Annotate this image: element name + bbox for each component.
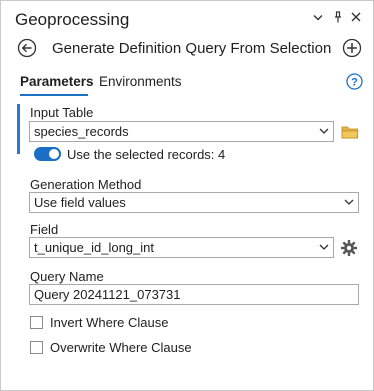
use-selected-records-toggle[interactable] <box>34 147 61 161</box>
geoprocessing-pane: Geoprocessing Generate Definition Query … <box>0 0 374 391</box>
query-name-input[interactable]: Query 20241121_073731 <box>29 284 359 305</box>
generation-method-label: Generation Method <box>30 177 142 192</box>
tool-header: Generate Definition Query From Selection <box>1 36 373 62</box>
browse-button[interactable] <box>341 124 359 140</box>
active-tab-indicator <box>20 94 88 96</box>
gear-icon <box>341 240 357 256</box>
folder-icon <box>341 126 359 139</box>
tool-name: Generate Definition Query From Selection <box>52 40 332 57</box>
overwrite-where-clause-label: Overwrite Where Clause <box>50 340 192 355</box>
field-label: Field <box>30 222 59 237</box>
use-selected-records-label: Use the selected records: 4 <box>67 147 226 162</box>
invert-where-clause-label: Invert Where Clause <box>50 315 169 330</box>
field-value: t_unique_id_long_int <box>34 240 154 255</box>
tab-parameters[interactable]: Parameters <box>20 74 94 89</box>
help-icon: ? <box>346 73 363 90</box>
generation-method-dropdown[interactable]: Use field values <box>29 192 359 213</box>
add-button[interactable] <box>342 38 362 58</box>
svg-text:?: ? <box>351 77 358 89</box>
query-name-label: Query Name <box>30 269 104 284</box>
toggle-knob <box>49 149 59 159</box>
generation-method-value: Use field values <box>34 195 126 210</box>
pin-icon[interactable] <box>332 10 344 24</box>
pane-title: Geoprocessing <box>15 10 130 29</box>
help-button[interactable]: ? <box>346 73 363 90</box>
tab-environments[interactable]: Environments <box>99 74 182 89</box>
chevron-down-icon[interactable] <box>312 10 324 24</box>
chevron-down-icon <box>319 128 329 134</box>
back-button[interactable] <box>17 38 37 58</box>
input-table-value: species_records <box>34 124 129 139</box>
close-icon[interactable] <box>350 10 362 24</box>
field-dropdown[interactable]: t_unique_id_long_int <box>29 237 334 258</box>
add-icon <box>342 38 362 58</box>
pane-title-bar: Geoprocessing <box>1 1 373 33</box>
back-arrow-icon <box>17 38 37 58</box>
invert-where-clause-checkbox[interactable] <box>30 316 43 329</box>
chevron-down-icon <box>319 244 329 250</box>
field-settings-button[interactable] <box>340 239 358 257</box>
input-table-label: Input Table <box>30 105 94 120</box>
chevron-down-icon <box>344 199 354 205</box>
query-name-value: Query 20241121_073731 <box>34 287 181 302</box>
input-table-dropdown[interactable]: species_records <box>29 121 334 142</box>
tab-strip: Parameters Environments ? <box>1 72 373 96</box>
required-parameter-indicator <box>17 104 20 154</box>
overwrite-where-clause-checkbox[interactable] <box>30 341 43 354</box>
